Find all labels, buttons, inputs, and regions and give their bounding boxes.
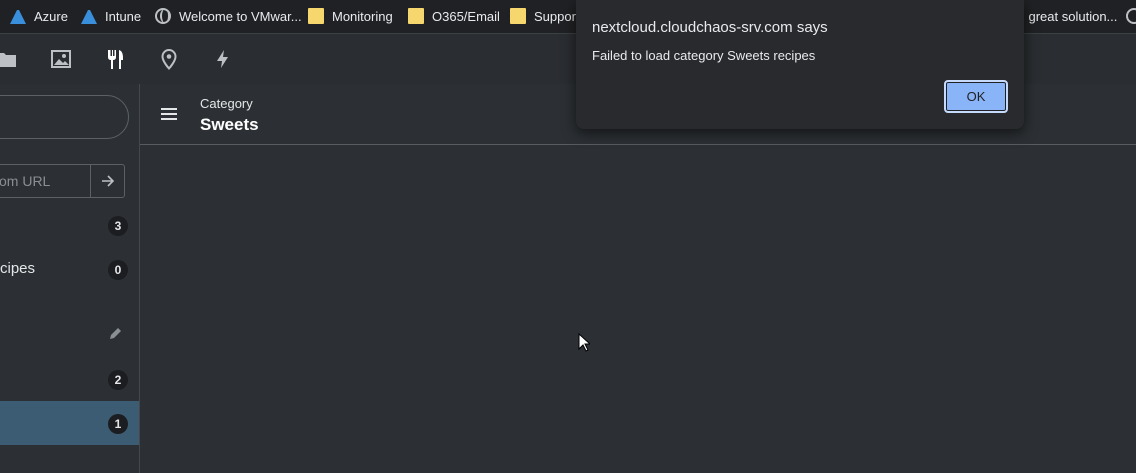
azure-icon xyxy=(81,8,97,24)
nav-item-categories-header[interactable] xyxy=(0,312,139,356)
bookmark-overflow[interactable] xyxy=(1126,0,1136,32)
folder-icon xyxy=(510,8,526,24)
azure-icon xyxy=(10,8,26,24)
ok-button[interactable]: OK xyxy=(944,80,1008,113)
dialog-title: nextcloud.cloudchaos-srv.com says xyxy=(592,19,828,36)
nav-item-recipes[interactable]: cipes 0 xyxy=(0,247,139,291)
globe-icon xyxy=(155,8,171,24)
count-badge: 2 xyxy=(108,370,128,390)
mouse-cursor-icon xyxy=(578,333,590,352)
search-input[interactable] xyxy=(0,95,129,139)
photos-icon[interactable] xyxy=(50,48,72,70)
nav-item-category-active[interactable]: 1 xyxy=(0,401,139,445)
download-url-submit-button[interactable] xyxy=(90,164,125,198)
nav-item-category[interactable]: 3 xyxy=(0,203,139,247)
menu-icon[interactable] xyxy=(161,108,177,120)
bookmark-vmware[interactable]: Welcome to VMwar... xyxy=(155,0,302,32)
app-navigation: om URL 3 cipes 0 2 1 xyxy=(0,84,140,473)
folder-icon xyxy=(308,8,324,24)
count-badge: 0 xyxy=(108,260,128,280)
files-icon[interactable] xyxy=(0,48,18,70)
download-url-input[interactable]: om URL xyxy=(0,164,91,198)
count-badge: 1 xyxy=(108,414,128,434)
nav-item-category[interactable]: 2 xyxy=(0,357,139,401)
activity-icon[interactable] xyxy=(212,48,234,70)
globe-icon xyxy=(1126,8,1136,24)
alert-dialog: nextcloud.cloudchaos-srv.com says Failed… xyxy=(576,0,1024,129)
bookmark-great-solution[interactable]: l great solution... xyxy=(1022,0,1117,32)
count-badge: 3 xyxy=(108,216,128,236)
bookmark-azure[interactable]: Azure xyxy=(10,0,68,32)
arrow-right-icon xyxy=(101,175,114,187)
pencil-icon[interactable] xyxy=(109,326,123,340)
bookmark-o365-email[interactable]: O365/Email xyxy=(408,0,500,32)
folder-icon xyxy=(408,8,424,24)
bookmark-monitoring[interactable]: Monitoring xyxy=(308,0,393,32)
maps-icon[interactable] xyxy=(158,48,180,70)
cookbook-icon[interactable] xyxy=(104,48,126,70)
dialog-message: Failed to load category Sweets recipes xyxy=(592,48,816,63)
bookmark-intune[interactable]: Intune xyxy=(81,0,141,32)
bookmark-support[interactable]: Support xyxy=(510,0,580,32)
breadcrumb-label: Category xyxy=(200,96,253,111)
page-title: Sweets xyxy=(200,115,259,134)
